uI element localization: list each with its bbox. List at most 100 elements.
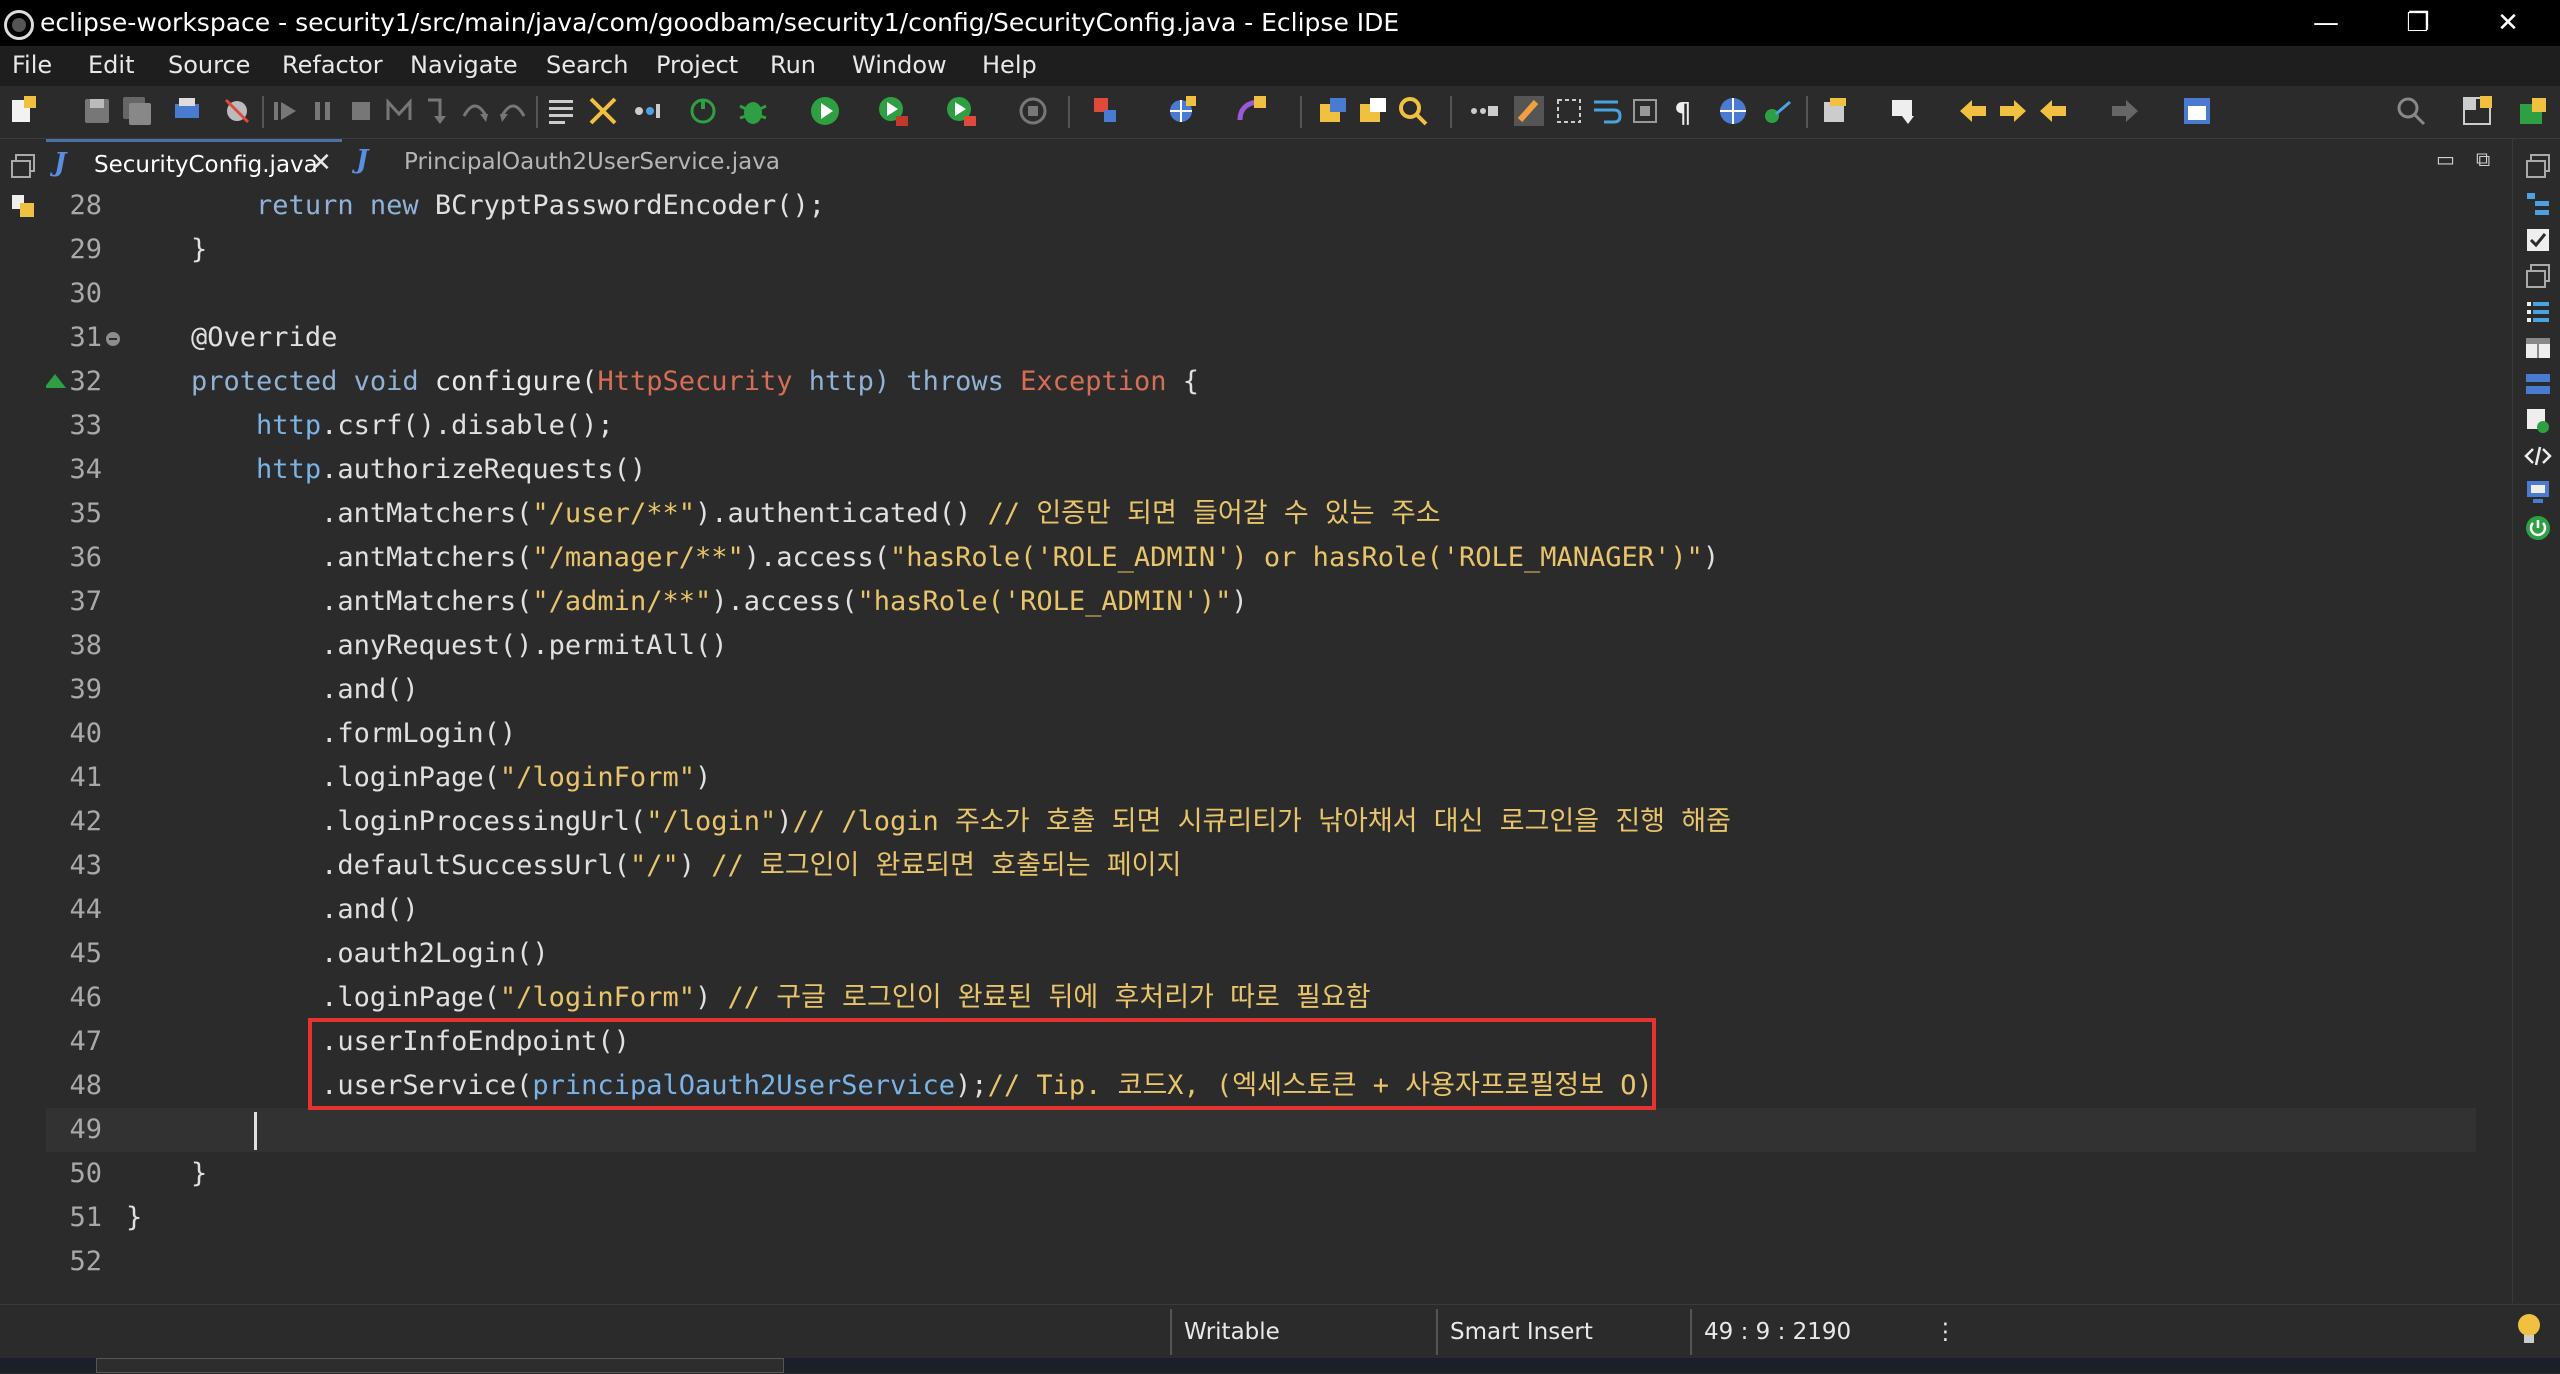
step-into-icon[interactable] [420, 94, 454, 128]
save-all-icon[interactable] [120, 94, 154, 128]
status-insert-mode[interactable]: Smart Insert [1450, 1319, 1593, 1345]
menu-navigate[interactable]: Navigate [410, 51, 518, 79]
menu-search[interactable]: Search [546, 51, 628, 79]
code-line: 32 protected void configure(HttpSecurity… [46, 360, 2476, 404]
status-writable: Writable [1184, 1319, 1280, 1345]
browser-icon[interactable] [1716, 94, 1750, 128]
skip-breakpoints-icon[interactable] [220, 94, 254, 128]
use-step-filters-icon[interactable] [586, 94, 620, 128]
main-toolbar: ¶ [0, 86, 2560, 139]
save-icon[interactable] [80, 94, 114, 128]
quick-access-search-icon[interactable] [2394, 94, 2428, 128]
java-file-icon: J [356, 145, 369, 175]
close-tab-icon[interactable]: ✕ [310, 148, 332, 178]
code-line: 31 @Override [69, 322, 338, 353]
step-return-icon[interactable] [496, 94, 530, 128]
status-menu-icon[interactable]: ⋮ [1934, 1319, 1957, 1345]
block-selection-icon[interactable] [1552, 94, 1586, 128]
maximize-window-button[interactable]: ❐ [2388, 4, 2448, 42]
last-edit-icon[interactable] [1888, 94, 1922, 128]
code-line: 46 .loginPage("/loginForm") // 구글 로그인이 완… [69, 982, 1371, 1013]
new-java-class-icon[interactable] [1164, 94, 1198, 128]
menu-help[interactable]: Help [982, 51, 1037, 79]
code-line: 40 .formLogin() [69, 718, 517, 749]
taskbar-window-preview [96, 1358, 784, 1373]
tab-principaloauth2userservice[interactable]: J PrincipalOauth2UserService.java [348, 139, 828, 184]
word-wrap-icon[interactable] [1590, 94, 1624, 128]
problems-icon[interactable] [2523, 297, 2553, 327]
terminate-icon[interactable] [344, 94, 378, 128]
annotation-icon[interactable] [1820, 94, 1854, 128]
resume-icon[interactable] [268, 94, 302, 128]
package-explorer-icon[interactable] [8, 191, 38, 221]
new-icon[interactable] [6, 94, 40, 128]
menu-refactor[interactable]: Refactor [282, 51, 383, 79]
code-line: 30 [69, 278, 102, 309]
code-line: 44 .and() [69, 894, 419, 925]
declaration-icon[interactable] [2523, 369, 2553, 399]
restore-view-icon[interactable] [2523, 261, 2553, 291]
menu-edit[interactable]: Edit [88, 51, 134, 79]
restore-view-icon[interactable] [8, 151, 38, 181]
external-tools-icon[interactable] [944, 94, 978, 128]
power-icon[interactable] [2523, 513, 2553, 543]
code-editor[interactable]: 28 return new BCryptPasswordEncoder(); 2… [46, 184, 2512, 1304]
menu-file[interactable]: File [12, 51, 52, 79]
pin-editor-icon[interactable] [2180, 94, 2214, 128]
fold-collapse-icon[interactable] [106, 332, 120, 346]
next-annotation-icon[interactable] [1996, 94, 2030, 128]
tip-bulb-icon[interactable] [2514, 1311, 2544, 1355]
code-line: 34 http.authorizeRequests() [69, 454, 647, 485]
menu-run[interactable]: Run [770, 51, 816, 79]
spring-icon[interactable] [1760, 94, 1794, 128]
minimize-editor-button[interactable]: ▭ [2436, 147, 2455, 171]
menu-project[interactable]: Project [656, 51, 738, 79]
stop-icon[interactable] [1016, 94, 1050, 128]
current-code-line[interactable]: 49 [46, 1108, 2476, 1152]
perspective-java-icon[interactable] [2516, 94, 2550, 128]
open-console-icon[interactable] [630, 94, 664, 128]
drop-to-frame-icon[interactable] [544, 94, 578, 128]
code-line: 29 } [69, 234, 208, 265]
toggle-highlight-icon[interactable] [1512, 94, 1546, 128]
show-paragraph-icon[interactable]: ¶ [1666, 94, 1700, 128]
tab-securityconfig[interactable]: J SecurityConfig.java ✕ [46, 139, 342, 187]
taskbar-strip [0, 1358, 2560, 1373]
outline-icon[interactable] [2523, 189, 2553, 219]
perspective-open-icon[interactable] [2460, 94, 2494, 128]
console-icon[interactable] [2523, 477, 2553, 507]
step-over-icon[interactable] [458, 94, 492, 128]
minimize-window-button[interactable]: — [2296, 4, 2356, 42]
open-type-icon[interactable] [1234, 94, 1268, 128]
code-line: 33 http.csrf().disable(); [69, 410, 614, 441]
javadoc-icon[interactable] [2523, 333, 2553, 363]
maximize-editor-button[interactable]: ⧉ [2476, 147, 2490, 171]
forward-icon[interactable] [2108, 94, 2142, 128]
code-line: 43 .defaultSuccessUrl("/") // 로그인이 완료되면 … [69, 850, 1182, 881]
coverage-icon[interactable] [876, 94, 910, 128]
new-java-package-icon[interactable] [1090, 94, 1124, 128]
previous-annotation-icon[interactable] [1956, 94, 1990, 128]
restore-view-icon[interactable] [2523, 151, 2553, 181]
menu-source[interactable]: Source [168, 51, 250, 79]
code-tag-icon[interactable] [2523, 441, 2553, 471]
toggle-breadcrumb-icon[interactable] [1466, 94, 1500, 128]
disconnect-icon[interactable] [382, 94, 416, 128]
open-resource-icon[interactable] [1356, 94, 1390, 128]
task-list-icon[interactable] [2523, 225, 2553, 255]
back-icon[interactable] [2036, 94, 2070, 128]
servers-icon[interactable] [2523, 405, 2553, 435]
run-icon[interactable] [808, 94, 842, 128]
debug-as-icon[interactable] [736, 94, 770, 128]
print-icon[interactable] [170, 94, 204, 128]
open-task-icon[interactable] [1316, 94, 1350, 128]
status-cursor-position[interactable]: 49 : 9 : 2190 [1704, 1319, 1851, 1345]
show-whitespace-icon[interactable] [1628, 94, 1662, 128]
suspend-icon[interactable] [306, 94, 340, 128]
editor-tab-bar: J SecurityConfig.java ✕ J PrincipalOauth… [46, 139, 2512, 187]
code-line: 38 .anyRequest().permitAll() [69, 630, 728, 661]
menu-window[interactable]: Window [852, 51, 947, 79]
search-icon[interactable] [1396, 94, 1430, 128]
debug-icon[interactable] [686, 94, 720, 128]
close-window-button[interactable]: ✕ [2478, 4, 2538, 42]
